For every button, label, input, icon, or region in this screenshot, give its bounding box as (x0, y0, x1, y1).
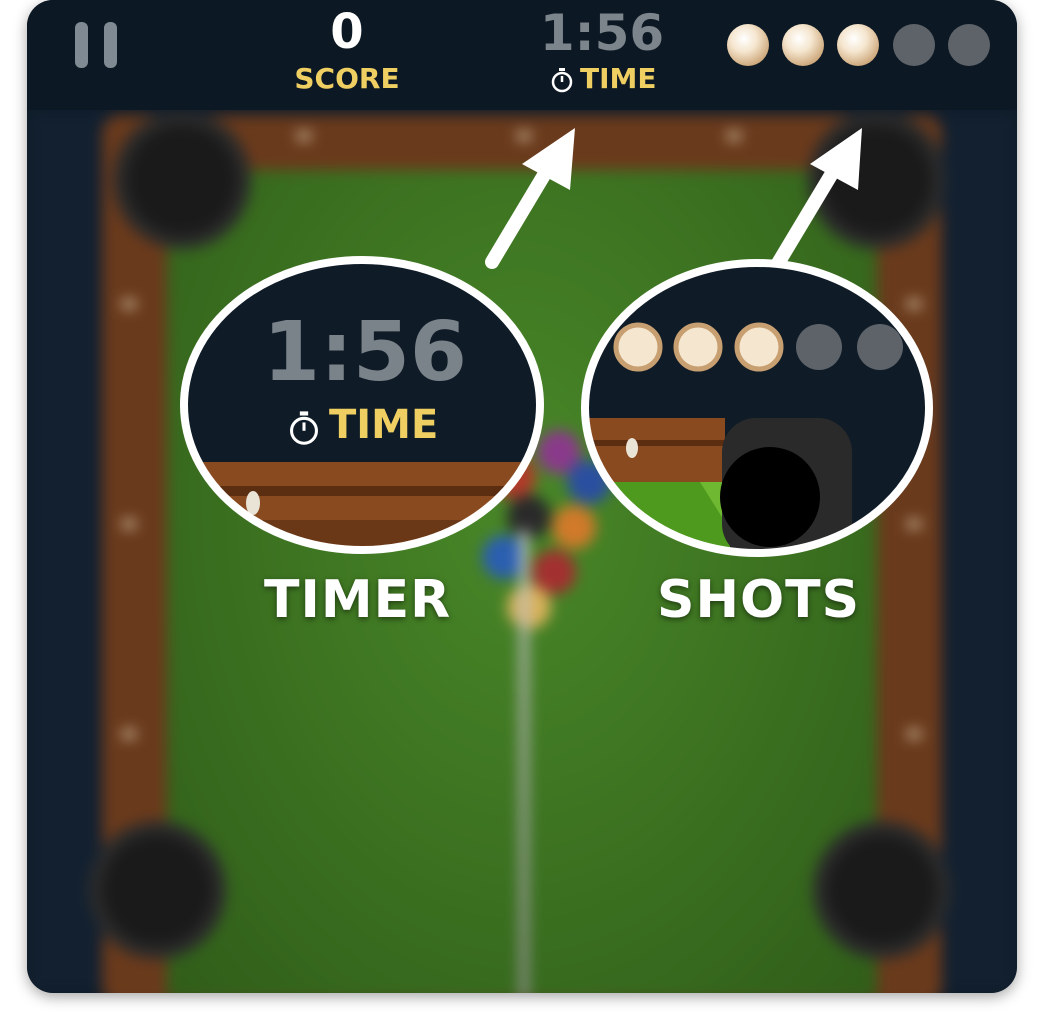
timer-callout-label: TIMER (264, 570, 452, 630)
shots-callout-label: SHOTS (657, 570, 861, 630)
arrow-to-shots (770, 128, 862, 272)
magnified-time-value: 1:56 (263, 305, 467, 400)
magnified-time-label: TIME (329, 402, 439, 448)
shots-magnifier (581, 259, 933, 557)
arrow-to-timer (485, 128, 575, 269)
tutorial-callouts (180, 128, 933, 557)
magnified-time-label-group: TIME (287, 402, 487, 448)
stopwatch-icon (290, 411, 318, 445)
